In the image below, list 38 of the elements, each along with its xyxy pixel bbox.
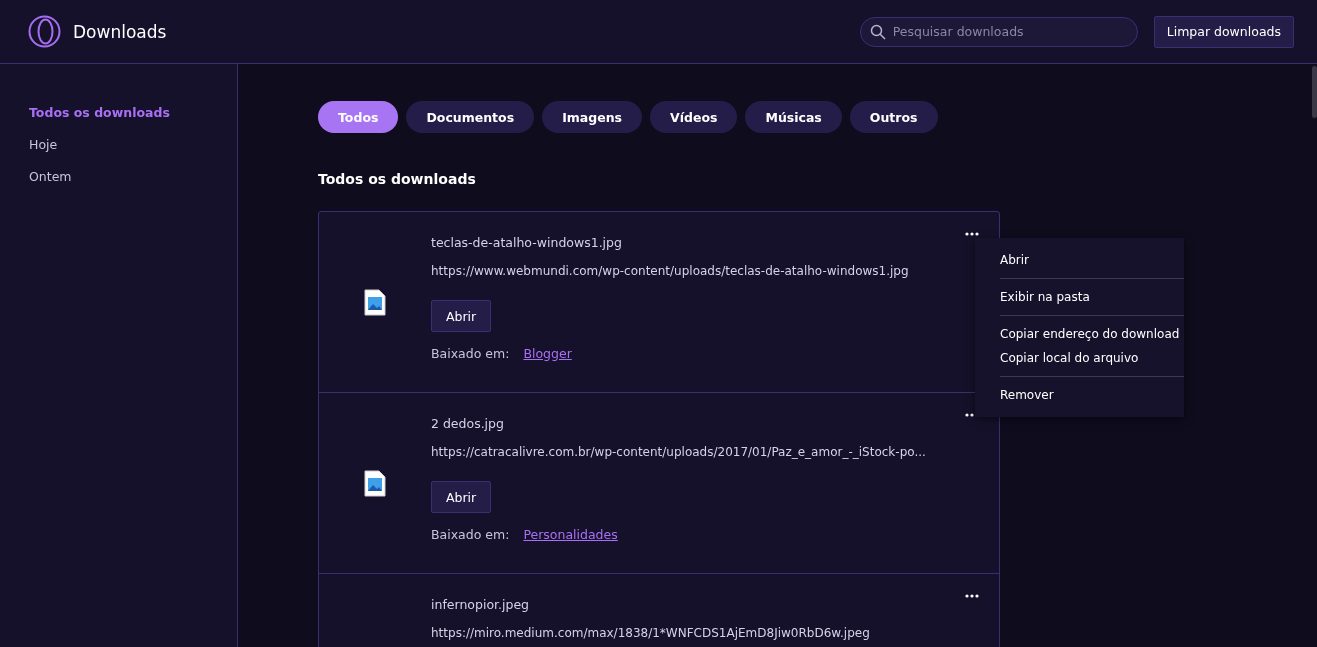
file-url: https://www.webmundi.com/wp-content/uploads/teclas-de-atalho-windows1.jpg [431, 263, 909, 280]
open-button[interactable]: Abrir [431, 481, 492, 513]
filter-tab[interactable]: Documentos [406, 101, 535, 133]
file-url: https://catracalivre.com.br/wp-content/uploads/2017/01/Paz_e_amor_-_iStock-po... [431, 444, 926, 461]
logo-icon [28, 15, 61, 48]
filter-tab[interactable]: Vídeos [650, 101, 738, 133]
sidebar-item[interactable]: Hoje [29, 136, 237, 154]
file-url: https://miro.medium.com/max/1838/1*WNFCDS1AjEmD8Jiw0RbD6w.jpeg [431, 625, 870, 642]
scrollbar-thumb[interactable] [1312, 66, 1317, 118]
source-link[interactable]: Personalidades [523, 527, 618, 542]
source-label: Baixado em: [431, 527, 510, 542]
more-button[interactable] [963, 592, 981, 600]
search-field[interactable]: Pesquisar downloads [859, 16, 1138, 47]
sidebar-item[interactable]: Todos os downloads [29, 104, 237, 122]
file-name: 2 dedos.jpg [431, 415, 504, 433]
image-file-icon [364, 469, 386, 497]
filter-tab[interactable]: Imagens [542, 101, 642, 133]
more-icon [965, 594, 979, 598]
section-title: Todos os downloads [318, 171, 477, 187]
search-icon [869, 23, 886, 40]
filter-tab[interactable]: Músicas [745, 101, 842, 133]
clear-downloads-button[interactable]: Limpar downloads [1153, 15, 1294, 48]
menu-item[interactable]: Copiar local do arquivo [1000, 346, 1184, 370]
menu-item[interactable]: Copiar endereço do download [1000, 322, 1184, 346]
file-name: teclas-de-atalho-windows1.jpg [431, 234, 622, 252]
image-file-icon [364, 288, 386, 316]
page-title: Downloads [73, 21, 168, 42]
file-name: infernopior.jpeg [431, 596, 530, 614]
sidebar-item[interactable]: Ontem [29, 168, 237, 186]
source-link[interactable]: Blogger [523, 346, 572, 361]
more-icon [965, 232, 979, 236]
source-label: Baixado em: [431, 346, 510, 361]
open-button[interactable]: Abrir [431, 300, 492, 332]
menu-item[interactable]: Exibir na pasta [1000, 285, 1184, 309]
more-button[interactable] [963, 230, 981, 238]
menu-item[interactable]: Abrir [1000, 248, 1184, 272]
filter-tab[interactable]: Outros [849, 101, 938, 133]
menu-item[interactable]: Remover [1000, 383, 1184, 407]
